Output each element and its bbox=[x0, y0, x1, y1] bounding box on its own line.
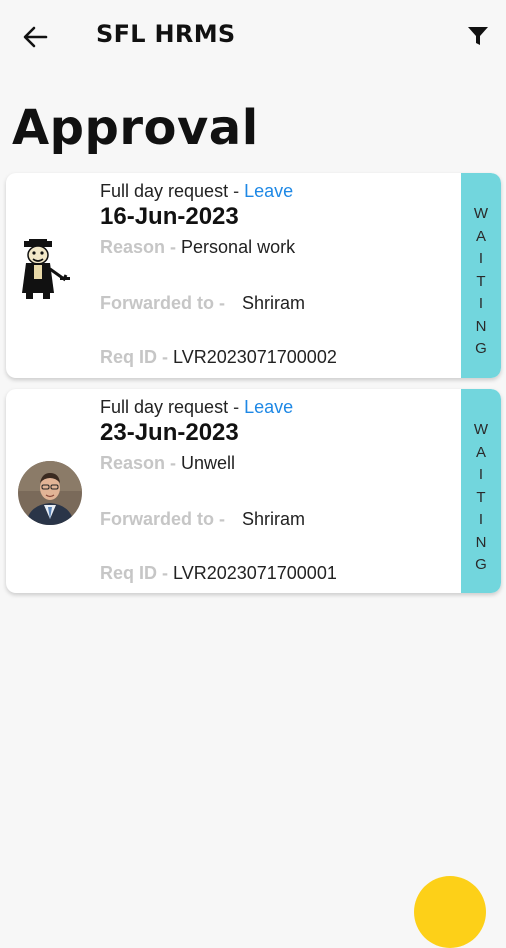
status-letter: T bbox=[476, 272, 486, 290]
req-id-value: LVR2023071700001 bbox=[173, 563, 337, 583]
status-letter: G bbox=[475, 340, 487, 357]
app-title: SFL HRMS bbox=[96, 20, 236, 48]
avatar bbox=[16, 233, 92, 315]
profile-photo bbox=[18, 461, 82, 525]
back-button[interactable] bbox=[20, 22, 52, 52]
req-id-value: LVR2023071700002 bbox=[173, 347, 337, 367]
type-separator: - bbox=[228, 397, 245, 417]
request-type: Full day request bbox=[100, 181, 229, 201]
avatar bbox=[16, 457, 92, 533]
forwarded-line: Forwarded to - Shriram bbox=[100, 509, 305, 530]
status-letter: N bbox=[475, 533, 487, 551]
req-id-line: Req ID - LVR2023071700001 bbox=[100, 563, 337, 584]
reason-label: Reason - bbox=[100, 453, 182, 473]
status-letter: I bbox=[478, 511, 484, 528]
person-photo-icon bbox=[18, 461, 82, 525]
reason-line: Reason - Unwell bbox=[100, 453, 235, 474]
status-badge-waiting: W A I T I N G bbox=[461, 389, 501, 593]
page-title: Approval bbox=[12, 100, 259, 156]
floating-action-button[interactable] bbox=[414, 876, 486, 948]
request-date: 16-Jun-2023 bbox=[100, 203, 239, 230]
status-letter: N bbox=[475, 317, 487, 335]
status-letter: I bbox=[478, 466, 484, 483]
status-letter: I bbox=[478, 250, 484, 267]
status-letter: A bbox=[475, 443, 486, 461]
req-id-label: Req ID - bbox=[100, 563, 174, 583]
status-badge-waiting: W A I T I N G bbox=[461, 173, 501, 378]
req-id-line: Req ID - LVR2023071700002 bbox=[100, 347, 337, 368]
forwarded-label: Forwarded to - bbox=[100, 293, 230, 313]
status-letter: A bbox=[475, 227, 486, 245]
filter-icon bbox=[468, 27, 488, 45]
status-letter: W bbox=[473, 205, 489, 222]
reason-label: Reason - bbox=[100, 237, 182, 257]
forwarded-value: Shriram bbox=[242, 293, 306, 313]
request-type-line: Full day request - Leave bbox=[100, 397, 293, 418]
request-type-line: Full day request - Leave bbox=[100, 181, 293, 202]
status-letter: W bbox=[473, 421, 489, 438]
status-letter: T bbox=[476, 488, 486, 506]
forwarded-line: Forwarded to - Shriram bbox=[100, 293, 305, 314]
forwarded-value: Shriram bbox=[242, 509, 306, 529]
request-card[interactable]: Full day request - Leave 23-Jun-2023 Rea… bbox=[6, 389, 501, 593]
reason-value: Unwell bbox=[181, 453, 236, 473]
request-type: Full day request bbox=[100, 397, 229, 417]
forwarded-label: Forwarded to - bbox=[100, 509, 230, 529]
app-bar: SFL HRMS bbox=[0, 0, 506, 72]
request-date: 23-Jun-2023 bbox=[100, 419, 239, 446]
request-category: Leave bbox=[244, 397, 294, 417]
cartoon-character-icon bbox=[22, 233, 70, 299]
request-card[interactable]: Full day request - Leave 16-Jun-2023 Rea… bbox=[6, 173, 501, 378]
arrow-left-icon bbox=[23, 26, 48, 48]
filter-button[interactable] bbox=[466, 24, 490, 48]
reason-line: Reason - Personal work bbox=[100, 237, 295, 258]
status-letter: G bbox=[475, 556, 487, 573]
request-category: Leave bbox=[244, 181, 294, 201]
reason-value: Personal work bbox=[181, 237, 296, 257]
status-letter: I bbox=[478, 295, 484, 312]
req-id-label: Req ID - bbox=[100, 347, 174, 367]
type-separator: - bbox=[228, 181, 245, 201]
